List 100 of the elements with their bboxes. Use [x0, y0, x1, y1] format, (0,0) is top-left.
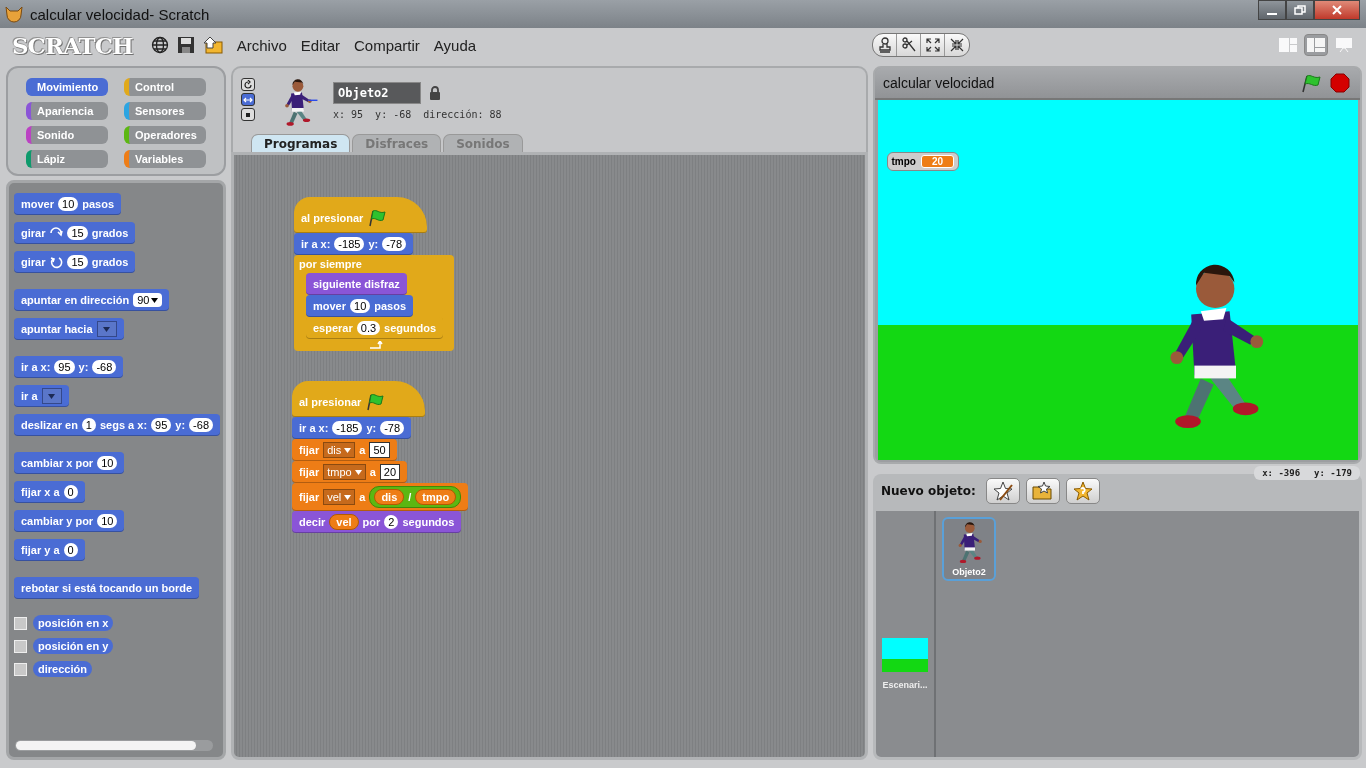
- number-input[interactable]: 95: [151, 418, 172, 432]
- number-input[interactable]: -185: [332, 421, 363, 435]
- menu-item[interactable]: Ayuda: [433, 36, 477, 54]
- block-label: segundos: [384, 322, 436, 334]
- number-input[interactable]: -78: [382, 237, 407, 251]
- code-block[interactable]: fijar dis a 50: [292, 439, 397, 461]
- maximize-button[interactable]: [1286, 0, 1314, 20]
- category-button[interactable]: Movimiento: [26, 78, 108, 96]
- code-block[interactable]: apuntar hacia: [14, 318, 124, 340]
- code-block[interactable]: mover 10 pasos: [14, 193, 122, 215]
- number-input[interactable]: 15: [67, 255, 88, 269]
- mouse-y: y: -179: [1314, 468, 1352, 478]
- sprite-name-field[interactable]: Objeto2: [333, 82, 421, 104]
- checkbox[interactable]: [14, 616, 27, 630]
- code-block[interactable]: ir a x: -185 y: -78: [294, 233, 414, 255]
- rotation-style-button[interactable]: [241, 93, 255, 106]
- rotate-icon: [49, 255, 64, 269]
- reporter-block[interactable]: dirección: [33, 661, 92, 677]
- block-label: fijar: [299, 466, 320, 478]
- rotation-style-button[interactable]: [241, 108, 255, 121]
- paint-sprite-button[interactable]: [985, 478, 1020, 504]
- scrollbar[interactable]: [15, 740, 213, 751]
- code-block[interactable]: apuntar en dirección 90: [14, 289, 170, 311]
- code-block[interactable]: decir vel por 2 segundos: [292, 511, 462, 533]
- block-label: esperar: [313, 322, 353, 334]
- number-input[interactable]: 10: [350, 299, 371, 313]
- block-label: rebotar si está tocando un borde: [21, 582, 193, 594]
- number-input[interactable]: 2: [384, 515, 399, 529]
- reporter-block[interactable]: posición en x: [33, 615, 114, 631]
- start-flag-button[interactable]: [1300, 73, 1322, 93]
- code-block[interactable]: cambiar x por 10: [14, 452, 125, 474]
- number-input[interactable]: 0: [63, 485, 78, 499]
- number-input[interactable]: -68: [189, 418, 213, 432]
- open-sprite-button[interactable]: [1025, 478, 1060, 504]
- variable-monitor[interactable]: tmpo 20: [886, 152, 960, 171]
- reporter-block[interactable]: posición en y: [33, 638, 114, 654]
- star-brush-icon: [991, 481, 1014, 501]
- code-block[interactable]: ir a: [14, 385, 69, 407]
- number-input[interactable]: 10: [97, 514, 118, 528]
- code-block[interactable]: fijar tmpo a 20: [292, 461, 408, 483]
- block-label: fijar y a: [21, 544, 60, 556]
- code-block[interactable]: girar 15 grados: [14, 222, 136, 244]
- code-block[interactable]: mover 10 pasos: [306, 295, 414, 317]
- code-block[interactable]: deslizar en 1 segs a x: 95 y: -68: [14, 414, 220, 436]
- number-input[interactable]: 95: [54, 360, 75, 374]
- number-input[interactable]: 10: [97, 456, 118, 470]
- code-block[interactable]: rebotar si está tocando un borde: [14, 577, 200, 599]
- dropdown-input[interactable]: [41, 388, 62, 404]
- block-label: pasos: [374, 300, 407, 312]
- random-sprite-button[interactable]: [1065, 478, 1100, 504]
- block-label: grados: [91, 227, 129, 239]
- project-title: calcular velocidad: [883, 75, 995, 91]
- variable-dropdown[interactable]: dis: [323, 442, 356, 458]
- block-label: segs a x:: [100, 419, 148, 431]
- number-input[interactable]: 0.3: [356, 321, 381, 335]
- view-mode-button[interactable]: [1304, 34, 1328, 56]
- menu-item[interactable]: Archivo: [236, 36, 287, 54]
- number-input[interactable]: -78: [380, 421, 405, 435]
- variable-dropdown[interactable]: tmpo: [323, 464, 366, 480]
- globe-icon[interactable]: [150, 36, 169, 54]
- text-input[interactable]: 20: [379, 464, 401, 480]
- tab[interactable]: Programas: [251, 134, 351, 152]
- code-block[interactable]: fijar y a 0: [14, 539, 85, 561]
- dropdown-input[interactable]: 90: [133, 293, 163, 307]
- code-block[interactable]: ir a x: -185 y: -78: [292, 417, 412, 439]
- code-block[interactable]: siguiente disfraz: [306, 273, 407, 295]
- sprite-direction: dirección: 88: [423, 109, 502, 120]
- block-label: grados: [91, 256, 129, 268]
- dropdown-input[interactable]: [96, 321, 117, 337]
- caret-icon: [151, 297, 159, 303]
- text-input[interactable]: 50: [369, 442, 390, 458]
- sprite-tile[interactable]: Objeto2: [942, 517, 996, 581]
- save-icon[interactable]: [176, 36, 195, 54]
- number-input[interactable]: 15: [67, 226, 88, 240]
- lock-icon[interactable]: [429, 86, 441, 100]
- code-block[interactable]: fijar x a 0: [14, 481, 85, 503]
- block-label: y:: [366, 422, 377, 434]
- loop-block[interactable]: por siempre siguiente disfraz mover 10 pasos esperar 0.3 segundos: [294, 255, 454, 351]
- number-input[interactable]: 1: [81, 418, 96, 432]
- code-block[interactable]: girar 15 grados: [14, 251, 136, 273]
- menu-item[interactable]: Editar: [300, 36, 340, 54]
- checkbox[interactable]: [14, 662, 27, 676]
- checkbox[interactable]: [14, 639, 27, 653]
- number-input[interactable]: -68: [92, 360, 117, 374]
- number-input[interactable]: -185: [334, 237, 365, 251]
- caret-icon: [354, 469, 362, 475]
- code-block[interactable]: cambiar y por 10: [14, 510, 125, 532]
- variable-dropdown[interactable]: vel: [323, 489, 356, 505]
- close-button[interactable]: [1314, 0, 1360, 20]
- number-input[interactable]: 0: [63, 543, 78, 557]
- code-block[interactable]: fijar vel a dis / tmpo: [292, 483, 469, 511]
- rotation-style-button[interactable]: [241, 78, 255, 91]
- menu-item[interactable]: Compartir: [354, 36, 420, 54]
- share-icon[interactable]: [202, 36, 223, 54]
- minimize-button[interactable]: [1258, 0, 1286, 20]
- block-label: mover: [313, 300, 347, 312]
- number-input[interactable]: 10: [58, 197, 79, 211]
- stop-button[interactable]: [1330, 73, 1350, 93]
- code-block[interactable]: ir a x: 95 y: -68: [14, 356, 124, 378]
- code-block[interactable]: esperar 0.3 segundos: [306, 317, 443, 339]
